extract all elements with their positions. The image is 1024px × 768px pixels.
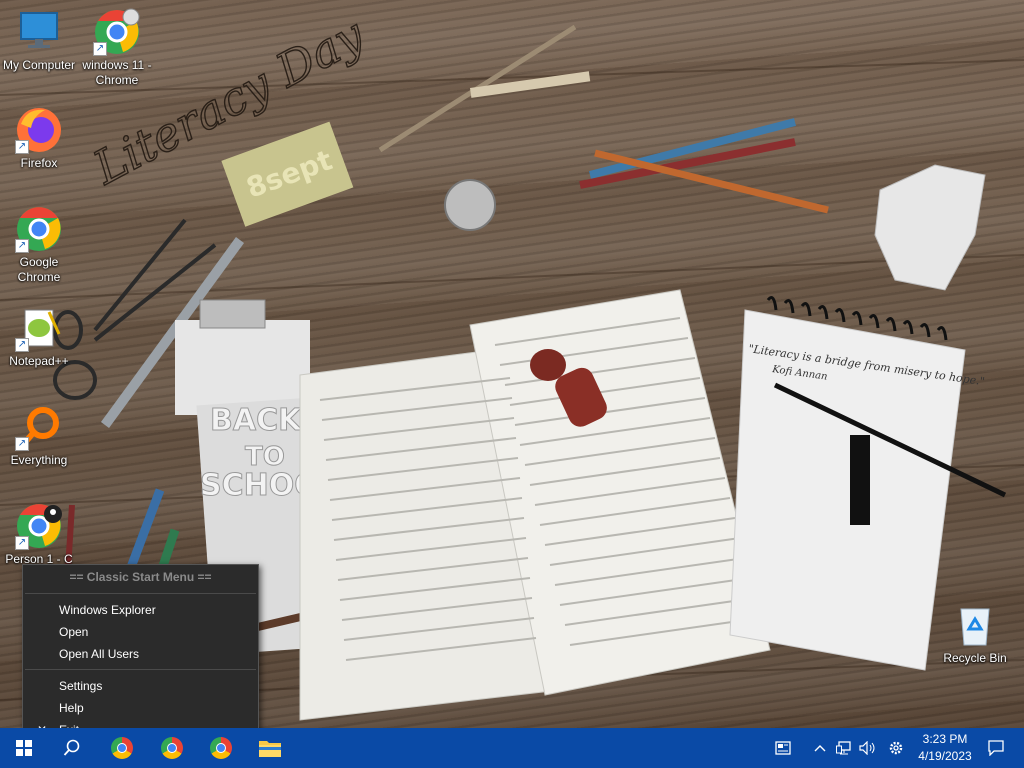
desktop-icon-label: Everything: [10, 453, 68, 467]
clock-date: 4/19/2023: [918, 749, 972, 763]
notepadpp-icon: ↗: [15, 304, 63, 352]
desktop-icon-label: Google Chrome: [17, 255, 61, 284]
menu-separator: [25, 669, 256, 670]
shortcut-arrow-icon: ↗: [15, 437, 29, 451]
desktop-icon-person1-chrome[interactable]: ↗ Person 1 - C: [1, 502, 77, 567]
menu-item-help[interactable]: Help: [23, 697, 258, 719]
show-hidden-icons-chevron-icon[interactable]: [810, 728, 830, 768]
tray-news-icon[interactable]: [770, 728, 796, 768]
shortcut-arrow-icon: ↗: [15, 338, 29, 352]
settings-gear-icon[interactable]: [884, 728, 908, 768]
recycle-bin-icon: [951, 601, 999, 649]
menu-item-settings[interactable]: Settings: [23, 675, 258, 697]
shortcut-arrow-icon: ↗: [93, 42, 107, 56]
chrome-icon: [210, 737, 232, 759]
pencils: [579, 118, 829, 214]
system-clock[interactable]: 3:23 PM 4/19/2023: [908, 731, 982, 765]
taskbar-chrome-1[interactable]: [98, 728, 146, 768]
taskbar-chrome-3[interactable]: [197, 728, 245, 768]
desktop-icon-google-chrome[interactable]: ↗ Google Chrome: [1, 205, 77, 285]
desktop-icon-label: Firefox: [20, 156, 58, 170]
back-text: BACK: [210, 403, 303, 438]
desktop-icon-notepadpp[interactable]: ↗ Notepad++: [1, 304, 77, 369]
classic-start-menu: == Classic Start Menu == Windows Explore…: [22, 564, 259, 743]
desktop-icon-label: windows 11 - Chrome: [82, 58, 152, 87]
chrome-icon: ↗: [15, 205, 63, 253]
menu-item-label: Open All Users: [59, 647, 140, 661]
desktop-icon-windows11-chrome[interactable]: ↗ windows 11 - Chrome: [79, 8, 155, 88]
chrome-icon: [111, 737, 133, 759]
start-button[interactable]: [0, 728, 48, 768]
menu-item-open-all-users[interactable]: Open All Users: [23, 643, 258, 665]
volume-icon[interactable]: [857, 728, 879, 768]
menu-item-label: Settings: [59, 679, 103, 693]
taskbar-chrome-2[interactable]: [148, 728, 196, 768]
notifications-icon[interactable]: [984, 728, 1008, 768]
clock-time: 3:23 PM: [922, 732, 968, 746]
taskbar: 3:23 PM 4/19/2023: [0, 728, 1024, 768]
desktop-icon-recycle-bin[interactable]: Recycle Bin: [937, 601, 1013, 666]
shortcut-arrow-icon: ↗: [15, 536, 29, 550]
taskbar-file-explorer[interactable]: [246, 728, 294, 768]
desktop-icon-label: Notepad++: [9, 354, 69, 368]
folder-icon: [259, 741, 281, 757]
firefox-icon: ↗: [15, 106, 63, 154]
menu-title: == Classic Start Menu ==: [69, 570, 212, 584]
desktop-icon-label: My Computer: [2, 58, 76, 72]
desktop-icon-firefox[interactable]: ↗ Firefox: [1, 106, 77, 171]
windows-logo-icon: [16, 740, 32, 756]
menu-item-open[interactable]: Open: [23, 621, 258, 643]
chrome-profile-icon: ↗: [15, 502, 63, 550]
sticky-note: 8sept: [221, 121, 354, 227]
shortcut-arrow-icon: ↗: [15, 140, 29, 154]
shortcut-arrow-icon: ↗: [15, 239, 29, 253]
desktop-icon-my-computer[interactable]: My Computer: [1, 8, 77, 73]
menu-separator: [25, 593, 256, 594]
crumpled-paper: [874, 164, 986, 291]
chrome-icon: ↗: [93, 8, 141, 56]
search-icon: [63, 739, 80, 756]
clipboard: [175, 299, 310, 415]
search-button[interactable]: [48, 728, 96, 768]
markers: [65, 488, 180, 577]
network-icon[interactable]: [833, 728, 855, 768]
search-magnifier-icon: ↗: [15, 403, 63, 451]
menu-item-windows-explorer[interactable]: Windows Explorer: [23, 599, 258, 621]
paint-brushes: [378, 24, 591, 153]
monitor-icon: [15, 8, 63, 56]
sharpener: [444, 179, 496, 231]
desktop-icon-everything[interactable]: ↗ Everything: [1, 403, 77, 468]
menu-item-label: Help: [59, 701, 84, 715]
open-book: [299, 289, 771, 721]
menu-item-label: Windows Explorer: [59, 603, 156, 617]
chrome-icon: [161, 737, 183, 759]
desktop-icon-label: Recycle Bin: [943, 651, 1007, 665]
menu-item-label: Open: [59, 625, 89, 639]
